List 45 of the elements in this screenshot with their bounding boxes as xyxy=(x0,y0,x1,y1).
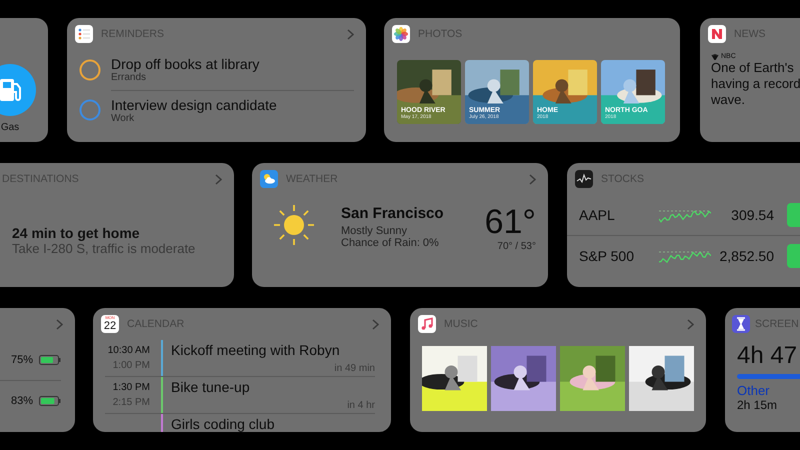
headline-line[interactable]: having a record xyxy=(711,76,800,92)
weather-app-icon xyxy=(260,170,278,188)
reminder-title: Interview design candidate xyxy=(111,96,278,112)
reminders-app-icon xyxy=(75,25,93,43)
peacock-icon xyxy=(711,54,719,60)
stock-price: 309.54 xyxy=(731,207,774,223)
event-title[interactable]: Girls coding club xyxy=(171,416,375,432)
chevron-icon[interactable] xyxy=(687,318,694,330)
chevron-icon[interactable] xyxy=(215,174,222,184)
event-start: 1:30 PM xyxy=(112,382,150,393)
chevron-icon[interactable] xyxy=(372,318,379,330)
total-usage: 4h 47 xyxy=(737,342,798,370)
event-start: 10:30 AM xyxy=(108,345,150,356)
city-name: San Francisco xyxy=(341,205,444,222)
eta-text: 24 min to get home xyxy=(12,225,141,241)
flower-app-icon xyxy=(392,25,410,43)
temperature-range: 70° / 53° xyxy=(497,241,536,252)
battery-percent: 75% xyxy=(10,354,33,366)
event-title[interactable]: Bike tune-up xyxy=(171,379,375,395)
battery-percent: 83% xyxy=(10,395,33,407)
icon-day: 22 xyxy=(104,320,116,332)
music-note-app-icon xyxy=(418,315,436,333)
temperature: 61° xyxy=(484,203,536,241)
reminder-checkbox[interactable] xyxy=(79,99,101,121)
weather-condition: Mostly Sunny xyxy=(341,225,408,237)
reminder-title: Drop off books at library xyxy=(111,56,260,72)
news-app-icon xyxy=(708,25,726,43)
category-usage: 2h 15m xyxy=(737,398,778,412)
chevron-icon[interactable] xyxy=(347,28,354,40)
chevron-icon[interactable] xyxy=(529,174,536,184)
rain-chance: Chance of Rain: 0% xyxy=(341,237,440,249)
stock-symbol[interactable]: S&P 500 xyxy=(579,248,659,264)
reminder-checkbox[interactable] xyxy=(79,59,101,81)
headline-line[interactable]: One of Earth's xyxy=(711,60,800,76)
reminder-list: Errands xyxy=(111,72,354,83)
hourglass-app-icon xyxy=(732,315,750,333)
event-title[interactable]: Kickoff meeting with Robyn xyxy=(171,342,375,358)
gas-label: Gas xyxy=(0,122,20,133)
stock-price: 2,852.50 xyxy=(720,248,774,264)
sun-icon xyxy=(272,203,316,247)
stocks-app-icon xyxy=(575,170,593,188)
stock-symbol[interactable]: AAPL xyxy=(579,207,659,223)
headline-line[interactable]: wave. xyxy=(711,92,800,108)
reminder-list: Work xyxy=(111,112,354,124)
chevron-icon[interactable] xyxy=(56,318,63,330)
